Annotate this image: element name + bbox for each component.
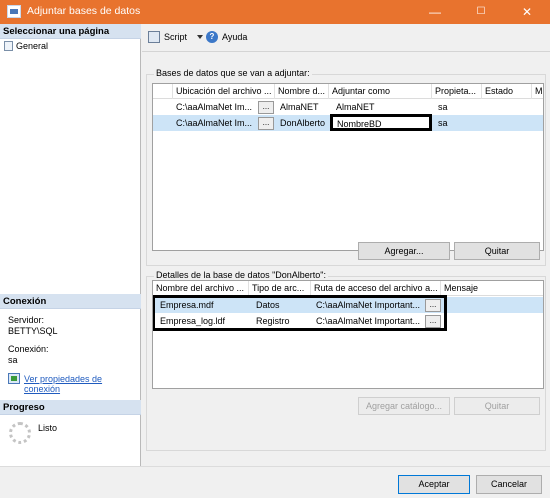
attach-as-field[interactable]: NombreBD [330,114,432,131]
remove-file-button[interactable]: Quitar [454,397,540,415]
header-cell[interactable]: Propieta... [432,84,482,99]
window-title: Adjuntar bases de datos [27,5,141,17]
page-item-label: General [16,41,49,51]
browse-button[interactable]: ... [258,101,274,114]
header-cell[interactable]: Ruta de acceso del archivo a... [311,281,441,296]
dialog-footer: Aceptar Cancelar [0,466,550,498]
header-cell[interactable]: Nombre d... [275,84,329,99]
remove-database-button[interactable]: Quitar [454,242,540,260]
databases-group-label: Bases de datos que se van a adjuntar: [154,68,312,78]
toolbar: Script ? Ayuda [142,24,550,52]
script-icon [148,31,160,43]
header-cell[interactable]: Mensaje [441,281,543,296]
script-button[interactable]: Script [148,31,204,43]
progress-status: Listo [38,423,58,433]
add-button[interactable]: Agregar... [358,242,450,260]
progress-spinner-icon [9,422,31,444]
details-grid-header: Nombre del archivo ... Tipo de arc... Ru… [153,281,543,296]
app-icon [7,5,21,18]
header-cell[interactable]: Nombre del archivo ... [153,281,249,296]
select-page-header: Seleccionar una página [0,24,141,39]
title-bar: Adjuntar bases de datos — ☐ ✕ [0,0,550,24]
details-group-label: Detalles de la base de datos "DonAlberto… [154,270,328,280]
help-button[interactable]: ? Ayuda [206,31,247,43]
name-cell: DonAlberto [280,118,326,128]
connection-value: sa [8,355,18,365]
table-row[interactable]: C:\aaAlmaNet Im... ... AlmaNET AlmaNET s… [153,99,543,115]
header-cell[interactable]: Tipo de arc... [249,281,311,296]
server-label: Servidor: [8,315,45,325]
left-panel: Seleccionar una página General Conexión … [0,24,141,466]
view-connection-properties-link[interactable]: Ver propiedades de conexión [24,374,134,394]
owner-cell: sa [438,102,448,112]
right-panel: Script ? Ayuda Bases de datos que se van… [142,24,550,466]
header-cell[interactable]: Estado [482,84,532,99]
browse-button[interactable]: ... [258,117,274,130]
maximize-button[interactable]: ☐ [458,0,504,24]
header-cell[interactable]: M [532,84,543,99]
ok-button[interactable]: Aceptar [398,475,470,494]
help-label: Ayuda [222,32,248,42]
minimize-button[interactable]: — [412,0,458,24]
databases-grid-header: Ubicación del archivo ... Nombre d... Ad… [153,84,543,99]
owner-cell: sa [438,118,448,128]
help-icon: ? [206,31,218,43]
chevron-down-icon [197,35,204,39]
page-item-general[interactable]: General [4,41,48,51]
script-label: Script [164,32,188,42]
name-cell: AlmaNET [280,102,319,112]
progress-header: Progreso [0,400,141,415]
cancel-button[interactable]: Cancelar [476,475,542,494]
details-grid[interactable]: Nombre del archivo ... Tipo de arc... Ru… [152,280,544,389]
close-button[interactable]: ✕ [504,0,550,24]
files-highlight [153,295,447,331]
page-icon [4,41,13,51]
databases-grid[interactable]: Ubicación del archivo ... Nombre d... Ad… [152,83,544,251]
properties-icon [8,373,20,384]
add-catalog-button[interactable]: Agregar catálogo... [358,397,450,415]
location-cell: C:\aaAlmaNet Im... [176,118,253,128]
table-row[interactable]: C:\aaAlmaNet Im... ... DonAlberto Nombre… [153,114,543,131]
server-value: BETTY\SQL [8,326,58,336]
header-cell [153,84,173,99]
header-cell[interactable]: Adjuntar como [329,84,432,99]
header-cell[interactable]: Ubicación del archivo ... [173,84,275,99]
location-cell: C:\aaAlmaNet Im... [176,102,253,112]
connection-label: Conexión: [8,344,49,354]
attach-as-cell[interactable]: AlmaNET [333,99,428,115]
connection-header: Conexión [0,294,141,309]
